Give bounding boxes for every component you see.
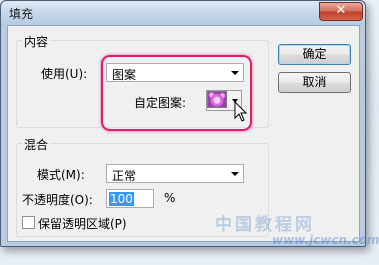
ok-button[interactable]: 确定: [278, 44, 351, 65]
opacity-input[interactable]: 100: [106, 189, 154, 208]
watermark-url: www.jcwcn.com: [272, 233, 379, 247]
use-label: 使用(U):: [41, 67, 88, 81]
title-bar[interactable]: 填充 ✕: [1, 1, 365, 25]
preserve-transparency-label[interactable]: 保留透明区域(P): [38, 215, 127, 232]
preserve-transparency-checkbox[interactable]: [22, 216, 35, 229]
mode-select-value: 正常: [112, 169, 137, 183]
watermark-logo: 中国教程网: [215, 215, 315, 235]
dialog-title: 填充: [9, 7, 34, 21]
opacity-label: 不透明度(O):: [22, 193, 93, 207]
cancel-button[interactable]: 取消: [278, 72, 351, 93]
mode-label: 模式(M):: [37, 168, 85, 182]
mouse-cursor-icon: [234, 101, 248, 122]
content-group-legend: 内容: [22, 33, 51, 50]
mode-select[interactable]: 正常: [106, 164, 244, 183]
pattern-swatch: [207, 91, 227, 108]
blend-group-legend: 混合: [22, 136, 51, 153]
opacity-unit: %: [164, 191, 176, 205]
opacity-value: 100: [109, 192, 134, 206]
chevron-down-icon: [231, 172, 239, 176]
close-button[interactable]: ✕: [319, 2, 363, 21]
